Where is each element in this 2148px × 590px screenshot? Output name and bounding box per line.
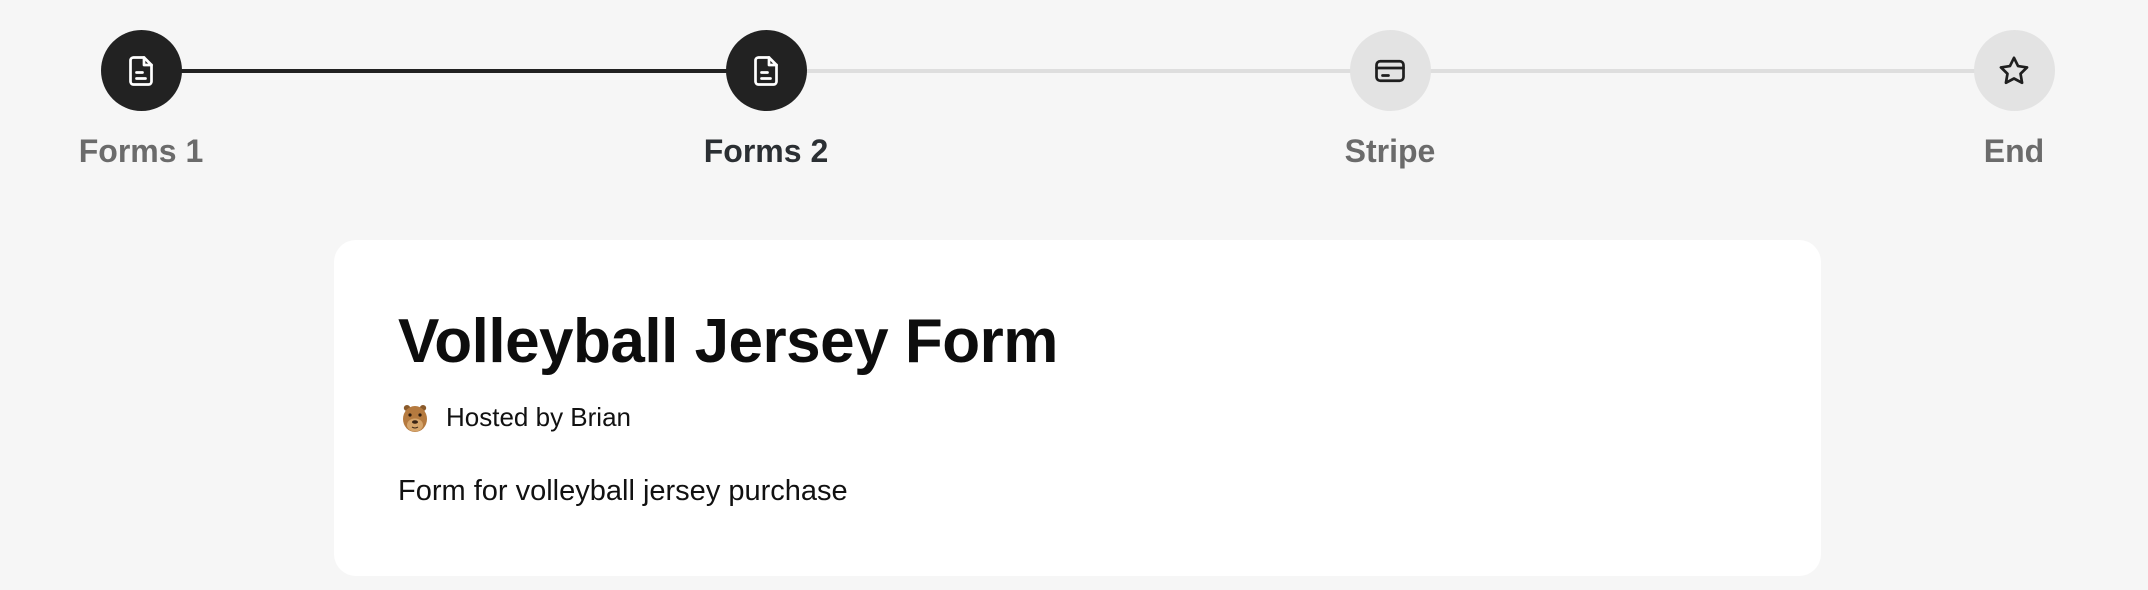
step-forms-2[interactable]: Forms 2 — [656, 30, 876, 170]
step-circle — [1349, 30, 1431, 111]
step-circle — [100, 30, 182, 111]
step-label: Forms 2 — [703, 133, 829, 169]
step-circle — [725, 30, 807, 111]
star-icon — [1999, 55, 2029, 84]
document-icon — [129, 55, 153, 86]
step-label: Stripe — [1344, 133, 1436, 169]
form-title: Volleyball Jersey Form — [398, 307, 1058, 376]
step-end[interactable]: End — [1904, 30, 2124, 170]
capybara-avatar-icon — [403, 405, 427, 432]
document-icon — [754, 55, 778, 86]
host-info: Hosted by Brian — [398, 400, 631, 434]
form-header-card: Volleyball Jersey Form Hosted by Brian F… — [334, 240, 1821, 576]
step-circle — [1973, 30, 2055, 111]
step-forms-1[interactable]: Forms 1 — [31, 30, 251, 170]
step-label: End — [1983, 133, 2045, 169]
step-label: Forms 1 — [78, 133, 204, 169]
progress-stepper: Forms 1 Forms 2 Stripe End — [0, 0, 2148, 180]
credit-card-icon — [1375, 59, 1405, 82]
host-label: Hosted by Brian — [446, 401, 631, 432]
form-description: Form for volleyball jersey purchase — [398, 475, 848, 507]
step-stripe[interactable]: Stripe — [1280, 30, 1500, 170]
